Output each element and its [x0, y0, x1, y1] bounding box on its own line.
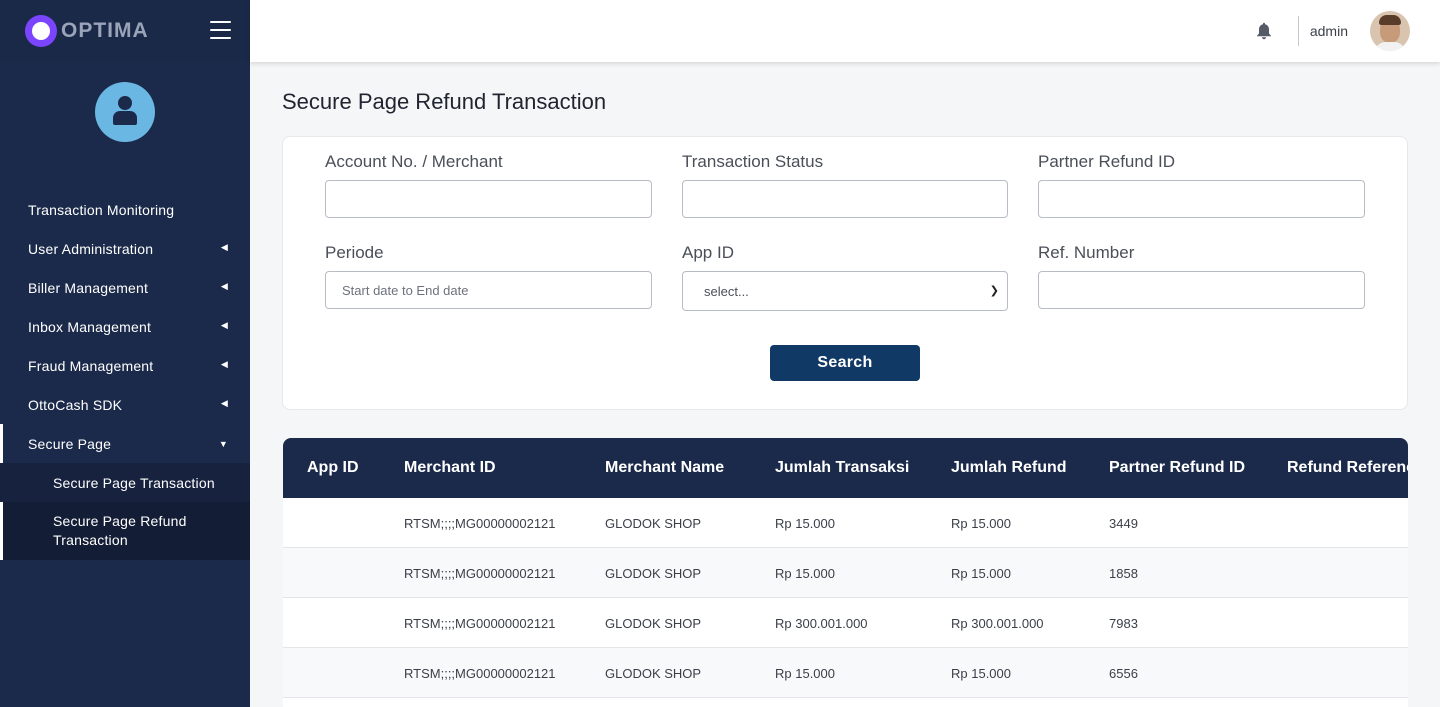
sidebar-subitem-label: Secure Page Refund Transaction: [53, 513, 187, 548]
sidebar-item-label: User Administration: [28, 240, 154, 257]
table-row[interactable]: RTSM;;;;MG00000002121 GLODOK SHOP Rp 15.00…: [283, 498, 1408, 548]
appid-field: App ID select... ❯: [682, 243, 1008, 311]
periode-date-range-input[interactable]: Start date to End date: [325, 271, 652, 309]
chevron-left-icon: ◀: [220, 242, 228, 252]
cell-jumlah-transaksi: Rp 15.000: [775, 515, 835, 531]
cell-merchant-name: GLODOK SHOP: [605, 615, 702, 631]
chevron-left-icon: ◀: [220, 281, 228, 291]
periode-label: Periode: [325, 243, 384, 262]
column-header-merchant-id[interactable]: Merchant ID: [404, 438, 496, 498]
table-row[interactable]: RTSM;;;;MG00000002121 GLODOK SHOP Rp 15.00…: [283, 648, 1408, 698]
cell-merchant-id: RTSM;;;;MG00000002121: [404, 515, 556, 531]
chevron-left-icon: ◀: [220, 398, 228, 408]
column-header-jumlah-transaksi[interactable]: Jumlah Transaksi: [775, 438, 909, 498]
cell-merchant-name: GLODOK SHOP: [605, 665, 702, 681]
column-header-merchant-name[interactable]: Merchant Name: [605, 438, 724, 498]
account-label: Account No. / Merchant: [325, 152, 503, 171]
topbar-divider: [1298, 16, 1299, 46]
status-input[interactable]: [682, 180, 1008, 218]
username[interactable]: admin: [1310, 23, 1348, 39]
sidebar-item-label: OttoCash SDK: [28, 396, 123, 413]
brand: OPTIMA: [0, 0, 250, 62]
table-header: App ID Merchant ID Merchant Name Jumlah Tra…: [283, 438, 1408, 498]
cell-merchant-id: RTSM;;;;MG00000002121: [404, 565, 556, 581]
cell-merchant-id: RTSM;;;;MG00000002121: [404, 615, 556, 631]
search-button[interactable]: Search: [770, 345, 920, 381]
filter-card: Account No. / Merchant Transaction Statu…: [282, 136, 1408, 410]
hamburger-menu-icon[interactable]: [210, 21, 231, 39]
partner-refund-input[interactable]: [1038, 180, 1365, 218]
table-row[interactable]: RTSM;;;;MG00000002121 GLODOK SHOP Rp 15.00…: [283, 548, 1408, 598]
cell-merchant-name: GLODOK SHOP: [605, 515, 702, 531]
chevron-left-icon: ◀: [220, 320, 228, 330]
cell-jumlah-transaksi: Rp 15.000: [775, 565, 835, 581]
sidebar-item-label: Transaction Monitoring: [28, 201, 175, 218]
sidebar-subitem-secure-page-transaction[interactable]: Secure Page Transaction: [0, 463, 250, 502]
account-input[interactable]: [325, 180, 652, 218]
chevron-left-icon: ◀: [220, 359, 228, 369]
results-table: App ID Merchant ID Merchant Name Jumlah Tra…: [283, 438, 1408, 707]
admin-avatar[interactable]: [1370, 11, 1410, 51]
account-field: Account No. / Merchant: [325, 152, 652, 218]
refnum-field: Ref. Number: [1038, 243, 1365, 309]
sidebar-item-fraud-management[interactable]: Fraud Management ◀: [0, 346, 250, 385]
cell-partner-refund-id: 1858: [1109, 565, 1138, 581]
periode-field: Periode Start date to End date: [325, 243, 652, 309]
brand-name: OPTIMA: [61, 19, 149, 42]
cell-jumlah-refund: Rp 15.000: [951, 665, 1011, 681]
cell-partner-refund-id: 7983: [1109, 615, 1138, 631]
cell-jumlah-refund: Rp 300.001.000: [951, 615, 1044, 631]
column-header-jumlah-refund[interactable]: Jumlah Refund: [951, 438, 1067, 498]
appid-select[interactable]: select... ❯: [682, 271, 1008, 311]
table-body: RTSM;;;;MG00000002121 GLODOK SHOP Rp 15.00…: [283, 498, 1408, 698]
cell-merchant-name: GLODOK SHOP: [605, 565, 702, 581]
sidebar-item-transaction-monitoring[interactable]: Transaction Monitoring: [0, 190, 250, 229]
column-header-app-id[interactable]: App ID: [307, 438, 359, 498]
chevron-down-icon: ▼: [218, 439, 228, 449]
cell-partner-refund-id: 6556: [1109, 665, 1138, 681]
sidebar-item-label: Secure Page: [28, 435, 112, 452]
cell-jumlah-transaksi: Rp 300.001.000: [775, 615, 868, 631]
column-header-partner-refund-id[interactable]: Partner Refund ID: [1109, 438, 1245, 498]
table-row[interactable]: RTSM;;;;MG00000002121 GLODOK SHOP Rp 300.0…: [283, 598, 1408, 648]
appid-selected-value: select...: [704, 283, 749, 299]
cell-merchant-id: RTSM;;;;MG00000002121: [404, 665, 556, 681]
sidebar-subitem-label: Secure Page Transaction: [53, 474, 215, 491]
cell-jumlah-transaksi: Rp 15.000: [775, 665, 835, 681]
sidebar-item-secure-page[interactable]: Secure Page ▼: [0, 424, 250, 463]
cell-partner-refund-id: 3449: [1109, 515, 1138, 531]
partner-refund-label: Partner Refund ID: [1038, 152, 1176, 171]
sidebar-item-inbox-management[interactable]: Inbox Management ◀: [0, 307, 250, 346]
topbar: admin: [250, 0, 1440, 62]
notification-bell-icon[interactable]: [1256, 22, 1272, 40]
column-header-refund-reference[interactable]: Refund Reference: [1287, 438, 1408, 498]
page-title: Secure Page Refund Transaction: [282, 89, 607, 114]
sidebar-item-biller-management[interactable]: Biller Management ◀: [0, 268, 250, 307]
status-field: Transaction Status: [682, 152, 1008, 218]
sidebar-menu: Transaction Monitoring User Administratio…: [0, 190, 250, 560]
sidebar-subitem-secure-page-refund-transaction[interactable]: Secure Page Refund Transaction: [0, 502, 250, 560]
sidebar: OPTIMA Transaction Monitoring User Admini…: [0, 0, 250, 707]
user-avatar: [95, 82, 155, 142]
sidebar-item-label: Biller Management: [28, 279, 149, 296]
appid-label: App ID: [682, 243, 734, 262]
sidebar-item-user-administration[interactable]: User Administration ◀: [0, 229, 250, 268]
sidebar-item-label: Fraud Management: [28, 357, 154, 374]
sidebar-item-ottocash-sdk[interactable]: OttoCash SDK ◀: [0, 385, 250, 424]
refnum-input[interactable]: [1038, 271, 1365, 309]
chevron-down-icon: ❯: [989, 285, 999, 297]
secure-page-submenu: Secure Page Transaction Secure Page Refun…: [0, 463, 250, 560]
logo-icon: [25, 15, 57, 47]
cell-jumlah-refund: Rp 15.000: [951, 565, 1011, 581]
refnum-label: Ref. Number: [1038, 243, 1135, 262]
sidebar-item-label: Inbox Management: [28, 318, 152, 335]
partner-refund-field: Partner Refund ID: [1038, 152, 1365, 218]
status-label: Transaction Status: [682, 152, 824, 171]
cell-jumlah-refund: Rp 15.000: [951, 515, 1011, 531]
